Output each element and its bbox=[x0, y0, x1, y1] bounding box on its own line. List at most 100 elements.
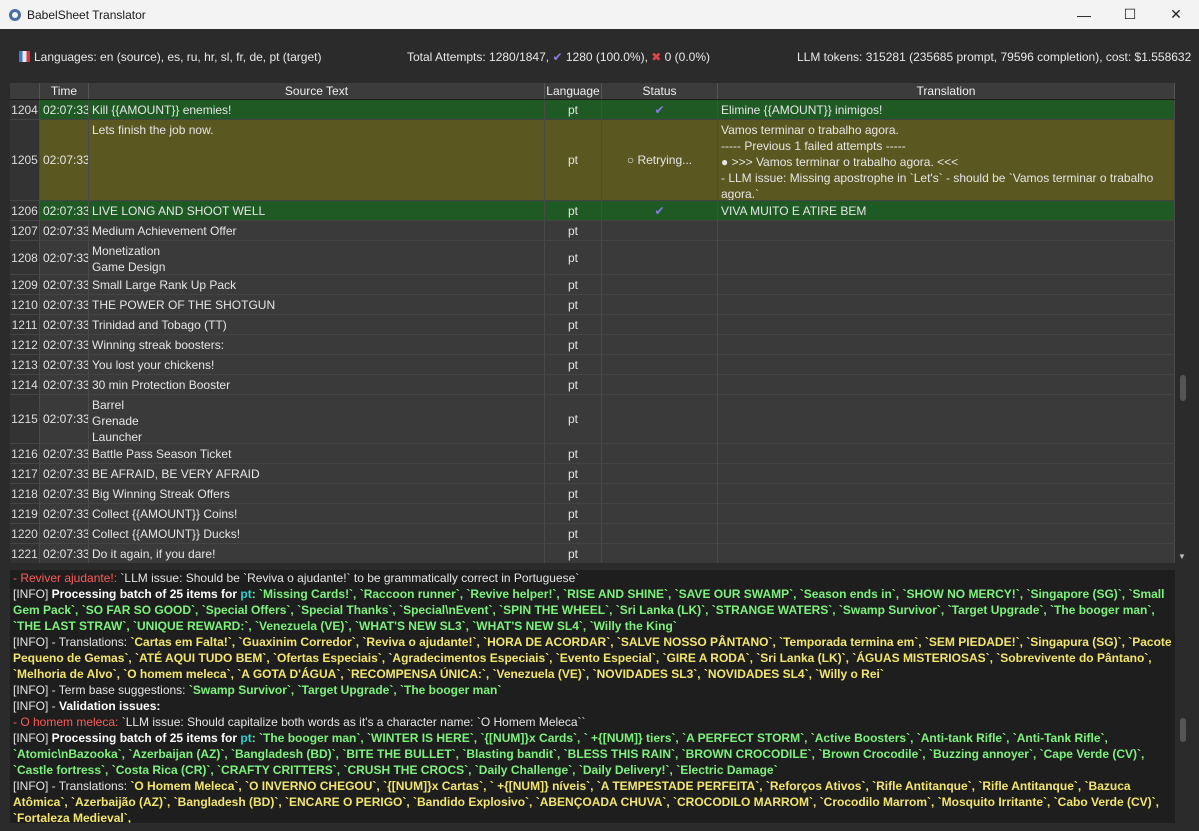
status-cell[interactable] bbox=[602, 355, 718, 374]
status-cell[interactable] bbox=[602, 524, 718, 543]
translation-cell[interactable] bbox=[718, 504, 1175, 523]
source-cell[interactable]: Collect {{AMOUNT}} Ducks! bbox=[89, 524, 545, 543]
time-cell[interactable]: 02:07:33 bbox=[40, 275, 89, 294]
log-scroll-thumb[interactable] bbox=[1180, 718, 1186, 742]
time-cell[interactable]: 02:07:33 bbox=[40, 484, 89, 503]
log-scrollbar[interactable] bbox=[1176, 570, 1189, 823]
table-row[interactable]: 1214 02:07:33 30 min Protection Booster pt bbox=[10, 375, 1175, 395]
translation-cell[interactable] bbox=[718, 375, 1175, 394]
row-index[interactable]: 1213 bbox=[10, 355, 40, 374]
table-row[interactable]: 1217 02:07:33 BE AFRAID, BE VERY AFRAID pt bbox=[10, 464, 1175, 484]
row-index[interactable]: 1214 bbox=[10, 375, 40, 394]
status-cell[interactable] bbox=[602, 335, 718, 354]
language-cell[interactable]: pt bbox=[545, 395, 602, 443]
status-cell[interactable]: ✔ bbox=[602, 201, 718, 220]
translation-cell[interactable] bbox=[718, 355, 1175, 374]
status-cell[interactable] bbox=[602, 544, 718, 563]
row-index[interactable]: 1205 bbox=[10, 120, 40, 200]
source-cell[interactable]: You lost your chickens! bbox=[89, 355, 545, 374]
row-index[interactable]: 1218 bbox=[10, 484, 40, 503]
close-button[interactable]: ✕ bbox=[1153, 0, 1199, 29]
table-row[interactable]: 1221 02:07:33 Do it again, if you dare! pt bbox=[10, 544, 1175, 563]
header-translation[interactable]: Translation bbox=[718, 83, 1175, 99]
translation-cell[interactable] bbox=[718, 335, 1175, 354]
time-cell[interactable]: 02:07:33 bbox=[40, 335, 89, 354]
translation-cell[interactable] bbox=[718, 241, 1175, 274]
translation-cell[interactable] bbox=[718, 395, 1175, 443]
language-cell[interactable]: pt bbox=[545, 444, 602, 463]
language-cell[interactable]: pt bbox=[545, 504, 602, 523]
minimize-button[interactable]: — bbox=[1061, 0, 1107, 29]
language-cell[interactable]: pt bbox=[545, 524, 602, 543]
row-index[interactable]: 1215 bbox=[10, 395, 40, 443]
source-cell[interactable]: Lets finish the job now. bbox=[89, 120, 545, 200]
maximize-button[interactable]: ☐ bbox=[1107, 0, 1153, 29]
language-cell[interactable]: pt bbox=[545, 355, 602, 374]
translation-cell[interactable] bbox=[718, 315, 1175, 334]
table-row[interactable]: 1212 02:07:33 Winning streak boosters: pt bbox=[10, 335, 1175, 355]
time-cell[interactable]: 02:07:33 bbox=[40, 395, 89, 443]
translation-cell[interactable]: Elimine {{AMOUNT}} inimigos! bbox=[718, 100, 1175, 119]
language-cell[interactable]: pt bbox=[545, 544, 602, 563]
table-row[interactable]: 1219 02:07:33 Collect {{AMOUNT}} Coins! pt bbox=[10, 504, 1175, 524]
translation-cell[interactable]: VIVA MUITO E ATIRE BEM bbox=[718, 201, 1175, 220]
time-cell[interactable]: 02:07:33 bbox=[40, 241, 89, 274]
translation-cell[interactable] bbox=[718, 275, 1175, 294]
time-cell[interactable]: 02:07:33 bbox=[40, 524, 89, 543]
status-cell[interactable] bbox=[602, 504, 718, 523]
translation-cell[interactable] bbox=[718, 464, 1175, 483]
table-row[interactable]: 1209 02:07:33 Small Large Rank Up Pack pt bbox=[10, 275, 1175, 295]
table-row[interactable]: 1215 02:07:33 Barrel Grenade Launcher pt bbox=[10, 395, 1175, 444]
table-row[interactable]: 1218 02:07:33 Big Winning Streak Offers pt bbox=[10, 484, 1175, 504]
row-index[interactable]: 1208 bbox=[10, 241, 40, 274]
row-index[interactable]: 1209 bbox=[10, 275, 40, 294]
row-index[interactable]: 1217 bbox=[10, 464, 40, 483]
table-row[interactable]: 1208 02:07:33 Monetization Game Design pt bbox=[10, 241, 1175, 275]
row-index[interactable]: 1211 bbox=[10, 315, 40, 334]
status-cell[interactable] bbox=[602, 221, 718, 240]
scroll-down-arrow[interactable]: ▼ bbox=[1178, 552, 1186, 561]
table-row[interactable]: 1205 02:07:33 Lets finish the job now. pt ○ … bbox=[10, 120, 1175, 201]
language-cell[interactable]: pt bbox=[545, 221, 602, 240]
scroll-thumb[interactable] bbox=[1180, 375, 1186, 401]
status-cell[interactable] bbox=[602, 395, 718, 443]
language-cell[interactable]: pt bbox=[545, 120, 602, 200]
row-index[interactable]: 1206 bbox=[10, 201, 40, 220]
status-cell[interactable] bbox=[602, 444, 718, 463]
source-cell[interactable]: Do it again, if you dare! bbox=[89, 544, 545, 563]
table-row[interactable]: 1210 02:07:33 THE POWER OF THE SHOTGUN pt bbox=[10, 295, 1175, 315]
status-cell[interactable] bbox=[602, 295, 718, 314]
status-cell[interactable] bbox=[602, 275, 718, 294]
source-cell[interactable]: Kill {{AMOUNT}} enemies! bbox=[89, 100, 545, 119]
language-cell[interactable]: pt bbox=[545, 201, 602, 220]
source-cell[interactable]: Winning streak boosters: bbox=[89, 335, 545, 354]
table-row[interactable]: 1207 02:07:33 Medium Achievement Offer pt bbox=[10, 221, 1175, 241]
source-cell[interactable]: LIVE LONG AND SHOOT WELL bbox=[89, 201, 545, 220]
time-cell[interactable]: 02:07:33 bbox=[40, 504, 89, 523]
row-index[interactable]: 1221 bbox=[10, 544, 40, 563]
row-index[interactable]: 1212 bbox=[10, 335, 40, 354]
header-source[interactable]: Source Text bbox=[89, 83, 545, 99]
row-index[interactable]: 1204 bbox=[10, 100, 40, 119]
row-index[interactable]: 1216 bbox=[10, 444, 40, 463]
table-row[interactable]: 1206 02:07:33 LIVE LONG AND SHOOT WELL pt ✔ V… bbox=[10, 201, 1175, 221]
language-cell[interactable]: pt bbox=[545, 275, 602, 294]
source-cell[interactable]: Barrel Grenade Launcher bbox=[89, 395, 545, 443]
source-cell[interactable]: Big Winning Streak Offers bbox=[89, 484, 545, 503]
translation-cell[interactable] bbox=[718, 221, 1175, 240]
row-index[interactable]: 1210 bbox=[10, 295, 40, 314]
status-cell[interactable]: ✔ bbox=[602, 100, 718, 119]
time-cell[interactable]: 02:07:33 bbox=[40, 464, 89, 483]
translation-cell[interactable] bbox=[718, 295, 1175, 314]
translation-cell[interactable]: Vamos terminar o trabalho agora. ----- P… bbox=[718, 120, 1175, 200]
time-cell[interactable]: 02:07:33 bbox=[40, 120, 89, 200]
time-cell[interactable]: 02:07:33 bbox=[40, 444, 89, 463]
translation-cell[interactable] bbox=[718, 544, 1175, 563]
source-cell[interactable]: Medium Achievement Offer bbox=[89, 221, 545, 240]
table-row[interactable]: 1211 02:07:33 Trinidad and Tobago (TT) pt bbox=[10, 315, 1175, 335]
time-cell[interactable]: 02:07:33 bbox=[40, 375, 89, 394]
language-cell[interactable]: pt bbox=[545, 484, 602, 503]
status-cell[interactable] bbox=[602, 315, 718, 334]
status-cell[interactable] bbox=[602, 484, 718, 503]
translation-cell[interactable] bbox=[718, 524, 1175, 543]
